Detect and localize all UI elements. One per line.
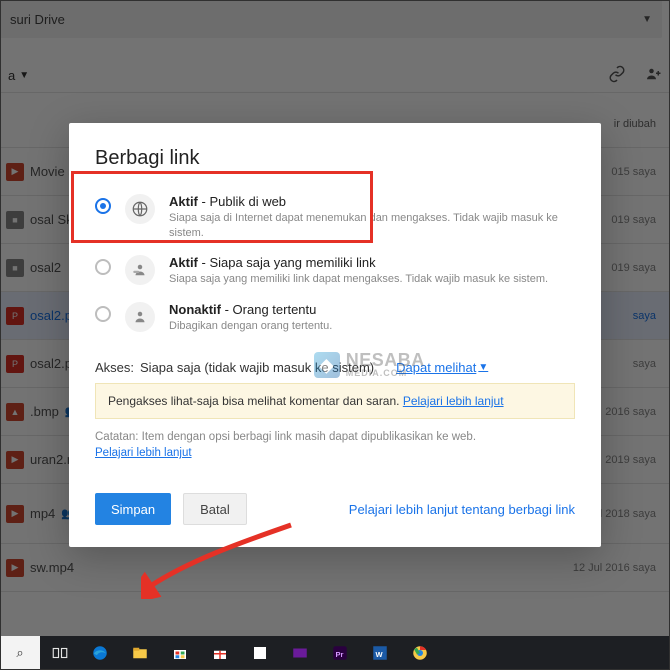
save-button[interactable]: Simpan (95, 493, 171, 525)
share-option-anyone-link[interactable]: Aktif - Siapa saja yang memiliki link Si… (95, 249, 575, 295)
radio-unchecked-icon[interactable] (95, 259, 111, 275)
learn-more-link[interactable]: Pelajari lebih lanjut (95, 447, 192, 459)
file-explorer-icon[interactable] (120, 636, 160, 670)
task-view-icon[interactable] (40, 636, 80, 670)
radio-unchecked-icon[interactable] (95, 306, 111, 322)
svg-text:Pr: Pr (336, 650, 344, 659)
access-value: Siapa saja (tidak wajib masuk ke sistem) (140, 360, 374, 375)
footnote: Catatan: Item dengan opsi berbagi link m… (95, 429, 575, 461)
globe-icon (125, 194, 155, 224)
share-option-specific[interactable]: Nonaktif - Orang tertentu Dibagikan deng… (95, 296, 575, 342)
dialog-title: Berbagi link (95, 147, 575, 170)
cancel-button[interactable]: Batal (183, 493, 247, 525)
learn-more-link[interactable]: Pelajari lebih lanjut (403, 394, 504, 408)
learn-more-sharing-link[interactable]: Pelajari lebih lanjut tentang berbagi li… (349, 502, 575, 517)
edge-icon[interactable] (80, 636, 120, 670)
word-icon[interactable]: W (360, 636, 400, 670)
share-link-dialog: Berbagi link Aktif - Publik di web Siapa… (69, 123, 601, 548)
windows-store-icon[interactable] (160, 636, 200, 670)
access-label: Akses: (95, 360, 134, 375)
radio-checked-icon[interactable] (95, 198, 111, 214)
share-option-public[interactable]: Aktif - Publik di web Siapa saja di Inte… (95, 188, 575, 250)
app-icon[interactable] (280, 636, 320, 670)
premiere-icon[interactable]: Pr (320, 636, 360, 670)
svg-text:W: W (376, 650, 384, 659)
chrome-icon[interactable] (400, 636, 440, 670)
cortana-icon[interactable]: ⌕ (0, 636, 40, 670)
person-link-icon (125, 255, 155, 285)
person-icon (125, 302, 155, 332)
app-icon[interactable] (240, 636, 280, 670)
access-row: Akses: Siapa saja (tidak wajib masuk ke … (95, 360, 575, 375)
dialog-button-row: Simpan Batal Pelajari lebih lanjut tenta… (95, 493, 575, 525)
permission-dropdown[interactable]: Dapat melihat▼ (396, 360, 488, 375)
modal-overlay[interactable]: Berbagi link Aktif - Publik di web Siapa… (0, 0, 670, 670)
windows-taskbar[interactable]: ⌕ Pr W (0, 636, 670, 670)
notice-box: Pengakses lihat-saja bisa melihat koment… (95, 383, 575, 419)
annotation-arrow-icon (141, 519, 311, 599)
gift-icon[interactable] (200, 636, 240, 670)
